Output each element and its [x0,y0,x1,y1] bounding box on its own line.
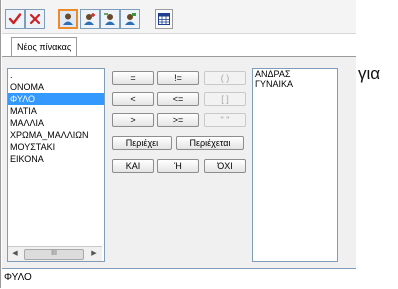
figure-tag-icon [125,13,136,25]
select-figure-button[interactable] [58,9,78,29]
not-equals-button[interactable]: != [157,71,199,85]
query-panel: . ΟΝΟΜΑ ΦΥΛΟ ΜΑΤΙΑ ΜΑΛΛΙΑ ΧΡΩΜΑ_ΜΑΛΛΙΩΝ … [2,57,356,268]
move-figure-button[interactable] [100,9,120,29]
ok-button[interactable] [5,9,25,29]
contains-button[interactable]: Περιέχει [112,136,172,150]
scroll-thumb[interactable]: III [24,249,84,260]
cancel-button[interactable] [25,9,45,29]
scroll-right-icon[interactable]: ▶ [88,248,100,260]
tab-strip: Νέος πίνακας [2,34,356,57]
or-button[interactable]: Ή [157,159,199,173]
side-caption: για [358,64,381,83]
field-item[interactable]: . [8,69,104,81]
less-equal-button[interactable]: <= [157,92,199,106]
expression-text: ΦΥΛΟ [4,272,32,283]
and-button[interactable]: ΚΑΙ [112,159,154,173]
tag-figure-button[interactable] [120,9,140,29]
figure-icon [63,13,73,25]
close-x-icon [29,13,41,25]
figure-arrow-icon [104,13,115,25]
less-than-button[interactable]: < [112,92,154,106]
horizontal-scrollbar[interactable]: ◀ III ▶ [8,246,102,261]
value-list[interactable]: ΑΝΔΡΑΣ ΓΥΝΑΙΚΑ [252,68,338,262]
field-item[interactable]: ΧΡΩΜΑ_ΜΑΛΛΙΩΝ [8,129,104,141]
quotes-button[interactable]: " " [204,113,246,127]
add-figure-button[interactable] [80,9,100,29]
scroll-left-icon[interactable]: ◀ [9,248,21,260]
value-item[interactable]: ΓΥΝΑΙΚΑ [253,79,337,89]
field-item-selected[interactable]: ΦΥΛΟ [8,93,104,105]
field-item[interactable]: ΟΝΟΜΑ [8,81,104,93]
field-item[interactable]: ΜΑΤΙΑ [8,105,104,117]
checkmark-icon [8,13,22,25]
not-button[interactable]: ΌΧΙ [204,159,246,173]
contained-in-button[interactable]: Περιέχεται [176,136,244,150]
field-item[interactable]: ΜΑΛΛΙΑ [8,117,104,129]
table-view-button[interactable] [155,9,173,29]
figure-add-icon [84,13,95,25]
operator-pad: = != ( ) < <= [ ] > >= " " Περιέχει Περι… [109,68,248,260]
query-builder-window: Νέος πίνακας . ΟΝΟΜΑ ΦΥΛΟ ΜΑΤΙΑ ΜΑΛΛΙΑ Χ… [0,0,357,289]
equals-button[interactable]: = [112,71,154,85]
greater-equal-button[interactable]: >= [157,113,199,127]
field-item[interactable]: ΕΙΚΟΝΑ [8,153,104,165]
parentheses-button[interactable]: ( ) [204,71,246,85]
brackets-button[interactable]: [ ] [204,92,246,106]
table-grid-icon [158,13,170,25]
expression-field[interactable]: ΦΥΛΟ [2,268,356,289]
field-list[interactable]: . ΟΝΟΜΑ ΦΥΛΟ ΜΑΤΙΑ ΜΑΛΛΙΑ ΧΡΩΜΑ_ΜΑΛΛΙΩΝ … [7,68,105,262]
field-item[interactable]: ΜΟΥΣΤΑΚΙ [8,141,104,153]
greater-than-button[interactable]: > [112,113,154,127]
value-item[interactable]: ΑΝΔΡΑΣ [253,69,337,79]
toolbar [2,0,356,34]
tab-new-table[interactable]: Νέος πίνακας [11,37,78,56]
